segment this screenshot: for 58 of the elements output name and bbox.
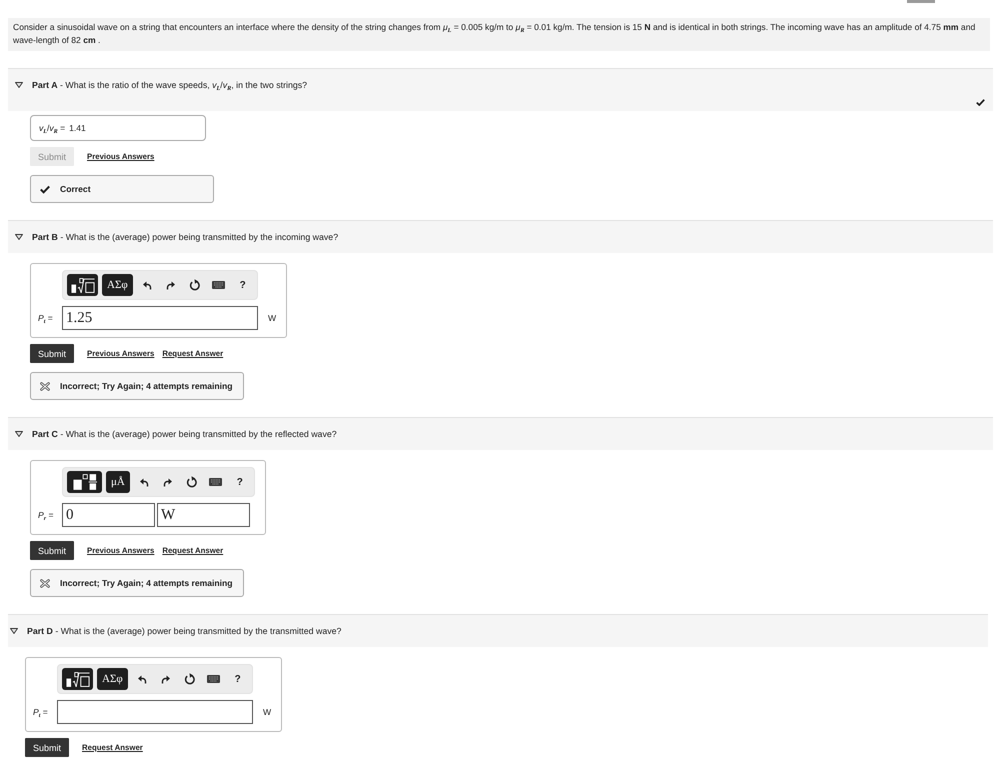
submit-button[interactable]: Submit: [30, 541, 74, 560]
redo-icon[interactable]: [160, 674, 171, 684]
templates-button[interactable]: [67, 274, 98, 296]
value-input[interactable]: 0: [62, 503, 155, 527]
part-header[interactable]: Part B - What is the (average) power being transmitted by the incoming wave?: [8, 220, 993, 253]
problem-statement: Consider a sinusoidal wave on a string that encounters an interface where the density of the string changes from μ$_{L}$ = 0.005 kg/m to μ$_{R}$ = 0.01 kg/m. The tension is 15 N and is identical in both strings. The incoming wave has an amplitude of 4.75 mm and wave-length of 82 cm .: [8, 18, 990, 51]
expand-triangle-icon[interactable]: [15, 82, 23, 88]
submit-button[interactable]: Submit: [30, 344, 74, 363]
part-title: Part A - What is the ratio of the wave speeds, v$_{L}$/v$_{R}$, in the two strings?: [32, 79, 308, 91]
radical-template-icon: [70, 278, 94, 292]
help-button[interactable]: ?: [230, 471, 250, 493]
feedback-text: Incorrect; Try Again; 4 attempts remaining: [60, 381, 233, 391]
part-header[interactable]: Part C - What is the (average) power being transmitted by the reflected wave?: [8, 417, 993, 450]
unit-label: W: [263, 707, 271, 717]
expand-triangle-icon[interactable]: [15, 234, 23, 240]
answer-input[interactable]: 1.25: [62, 306, 258, 330]
keyboard-icon[interactable]: [207, 675, 220, 683]
redo-icon[interactable]: [166, 280, 176, 290]
reset-icon[interactable]: [189, 279, 200, 291]
reset-icon[interactable]: [186, 476, 198, 488]
keyboard-icon[interactable]: [209, 478, 222, 486]
templates-button[interactable]: [67, 471, 102, 493]
answer-label: P$_{r}$ =: [38, 510, 54, 520]
feedback-text: Incorrect; Try Again; 4 attempts remaining: [60, 578, 233, 588]
answer-value: 1.41: [69, 123, 86, 133]
answer-label: v$_{L}$/v$_{R}$ =: [39, 123, 66, 133]
undo-icon[interactable]: [142, 280, 152, 290]
expand-triangle-icon[interactable]: [10, 628, 18, 634]
x-mark-icon: [40, 578, 50, 588]
checkmark-icon: [40, 184, 50, 194]
templates-button[interactable]: [62, 668, 93, 690]
part-title: Part C - What is the (average) power being transmitted by the reflected wave?: [32, 428, 337, 440]
unit-input[interactable]: W: [157, 503, 250, 527]
help-button[interactable]: ?: [228, 668, 248, 690]
x-mark-icon: [40, 382, 50, 390]
answer-label: P$_{t}$ =: [33, 707, 49, 717]
unit-label: W: [268, 313, 276, 323]
feedback-text: Correct: [60, 184, 91, 194]
symbols-button[interactable]: μÅ: [106, 471, 130, 493]
redo-icon[interactable]: [162, 478, 173, 486]
answer-label: P$_{t}$ =: [38, 313, 54, 323]
submit-button[interactable]: Submit: [25, 738, 70, 757]
part-header[interactable]: Part D - What is the (average) power being transmitted by the transmitted wave?: [8, 614, 988, 647]
square-template-icon: [72, 474, 96, 490]
answer-input[interactable]: [57, 700, 253, 724]
symbols-button[interactable]: ΑΣφ: [97, 668, 128, 690]
tab-edge: [907, 0, 935, 3]
part-title: Part D - What is the (average) power being transmitted by the transmitted wave?: [27, 625, 342, 637]
expand-triangle-icon[interactable]: [15, 431, 23, 437]
undo-icon[interactable]: [136, 674, 147, 684]
reset-icon[interactable]: [184, 673, 196, 685]
part-header[interactable]: Part A - What is the ratio of the wave speeds, v$_{L}$/v$_{R}$, in the two strings?: [8, 68, 993, 111]
undo-icon[interactable]: [138, 478, 149, 486]
radical-template-icon: [66, 672, 90, 686]
help-button[interactable]: ?: [232, 274, 253, 296]
keyboard-icon[interactable]: [212, 281, 226, 289]
symbols-button[interactable]: ΑΣφ: [102, 274, 133, 296]
part-title: Part B - What is the (average) power being transmitted by the incoming wave?: [32, 231, 338, 243]
